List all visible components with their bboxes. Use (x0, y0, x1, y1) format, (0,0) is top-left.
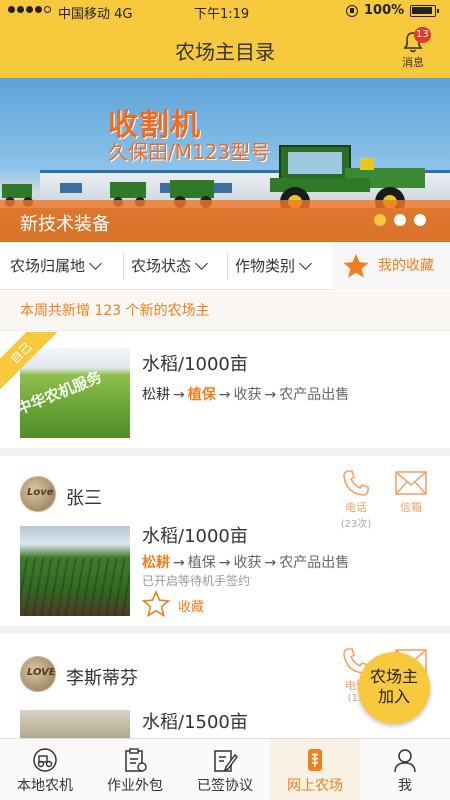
crop-info: 水稻/1500亩 (142, 712, 248, 733)
avatar-text: LOVE (27, 667, 56, 678)
my-favorites-button[interactable]: 我的收藏 (332, 242, 450, 290)
avatar-text: Love (27, 487, 54, 498)
tab-label: 我 (398, 778, 412, 794)
messages-button[interactable]: 消息 13 (396, 27, 431, 74)
weekly-notice: 本周共新增 123 个新的农场主 (0, 291, 450, 331)
banner-caption: 新技术装备 (20, 214, 110, 235)
battery-percent: 100% (364, 3, 405, 18)
promo-banner[interactable]: 收割机 久保田/M123型号 新技术装备 (0, 78, 450, 242)
clipboard-icon (125, 748, 147, 772)
carousel-dot[interactable] (374, 214, 386, 226)
avatar[interactable]: Love (20, 476, 56, 512)
battery-icon (410, 5, 439, 17)
divider (123, 252, 124, 280)
status-bar: 中国移动 4G 下午1:19 100% (0, 0, 450, 22)
star-outline-icon (142, 590, 170, 618)
clock: 下午1:19 (194, 7, 250, 22)
join-line2: 加入 (377, 687, 410, 706)
tab-label: 网上农场 (287, 778, 343, 794)
join-farmer-button[interactable]: 农场主 加入 (358, 652, 430, 724)
filter-label: 作物类别 (235, 257, 296, 275)
step-current: 植保 (187, 387, 216, 403)
favorites-label: 我的收藏 (378, 258, 434, 274)
tractor-icon (33, 748, 57, 772)
messages-badge: 13 (414, 27, 431, 43)
farm-thumbnail (20, 526, 130, 616)
mailbox-button[interactable]: 信箱 (386, 468, 436, 515)
rotation-lock-icon (346, 5, 358, 17)
ribbon-label: 自己 (0, 332, 68, 400)
messages-label: 消息 (402, 56, 424, 69)
process-steps: 松耕 → 植保 → 收获 → 农产品出售 (142, 387, 350, 403)
own-ribbon: 自己 (0, 332, 70, 402)
tab-label: 作业外包 (107, 778, 163, 794)
join-line1: 农场主 (369, 667, 418, 686)
step: 收获 (233, 555, 262, 571)
farmer-name: 李斯蒂芬 (66, 668, 138, 689)
person-icon (394, 749, 416, 773)
tab-online-farm[interactable]: 网上农场 (270, 739, 360, 800)
carousel-dot[interactable] (414, 214, 426, 226)
farmer-name: 张三 (66, 488, 102, 509)
filter-bar: 农场归属地 农场状态 作物类别 我的收藏 (0, 242, 450, 290)
phone-label: 电话 (345, 501, 367, 514)
tab-label: 本地农机 (17, 778, 73, 794)
chevron-down-icon (195, 257, 208, 270)
mail-icon (395, 471, 427, 495)
step: 松耕 (142, 387, 170, 403)
chevron-down-icon (299, 257, 312, 270)
page-title: 农场主目录 (175, 40, 275, 64)
status-note: 已开启等待机手签约 (142, 574, 251, 588)
filter-farm-status[interactable]: 农场状态 (131, 242, 208, 290)
signal-strength-icon (8, 6, 51, 13)
step: 农产品出售 (279, 387, 350, 403)
carousel-dots[interactable] (374, 214, 426, 226)
step: 收获 (233, 387, 262, 403)
step: 农产品出售 (279, 555, 350, 571)
filter-farm-location[interactable]: 农场归属地 (10, 242, 102, 290)
crop-info: 水稻/1000亩 (142, 526, 248, 547)
phone-icon (343, 470, 369, 496)
farm-card[interactable]: 中华农机服务 自己 水稻/1000亩 松耕 → 植保 → 收获 → 农产品出售 (0, 332, 450, 456)
tab-label: 已签协议 (197, 778, 253, 794)
wheat-icon (308, 749, 322, 771)
carrier-label: 中国移动 4G (58, 7, 133, 22)
banner-subheading: 久保田/M123型号 (108, 140, 271, 164)
filter-label: 农场状态 (131, 257, 192, 275)
top-bar: 中国移动 4G 下午1:19 100% 农场主目录 消息 13 (0, 0, 450, 78)
filter-crop-type[interactable]: 作物类别 (235, 242, 312, 290)
edit-document-icon (214, 750, 238, 772)
chevron-down-icon (89, 257, 102, 270)
tab-signed-agreements[interactable]: 已签协议 (180, 739, 270, 800)
phone-count: (23次) (340, 519, 372, 530)
avatar[interactable]: LOVE (20, 656, 56, 692)
step-current: 松耕 (142, 555, 170, 571)
filter-label: 农场归属地 (10, 257, 86, 275)
crop-info: 水稻/1000亩 (142, 354, 248, 375)
carousel-dot[interactable] (394, 214, 406, 226)
collect-label: 收藏 (178, 600, 205, 615)
tab-local-machinery[interactable]: 本地农机 (0, 739, 90, 800)
tab-me[interactable]: 我 (360, 739, 450, 800)
mail-label: 信箱 (400, 501, 422, 514)
process-steps: 松耕 → 植保 → 收获 → 农产品出售 (142, 555, 350, 571)
tab-outsourcing[interactable]: 作业外包 (90, 739, 180, 800)
phone-button[interactable]: 电话 (23次) (331, 468, 381, 530)
divider (227, 252, 228, 280)
bottom-tab-bar: 本地农机 作业外包 已签协议 网上农场 我 (0, 738, 450, 800)
star-icon (343, 254, 369, 278)
step: 植保 (187, 555, 216, 571)
farm-card[interactable]: Love 张三 电话 (23次) 信箱 水稻/1000亩 松耕 → 植保 → 收获 → 农产… (0, 456, 450, 634)
